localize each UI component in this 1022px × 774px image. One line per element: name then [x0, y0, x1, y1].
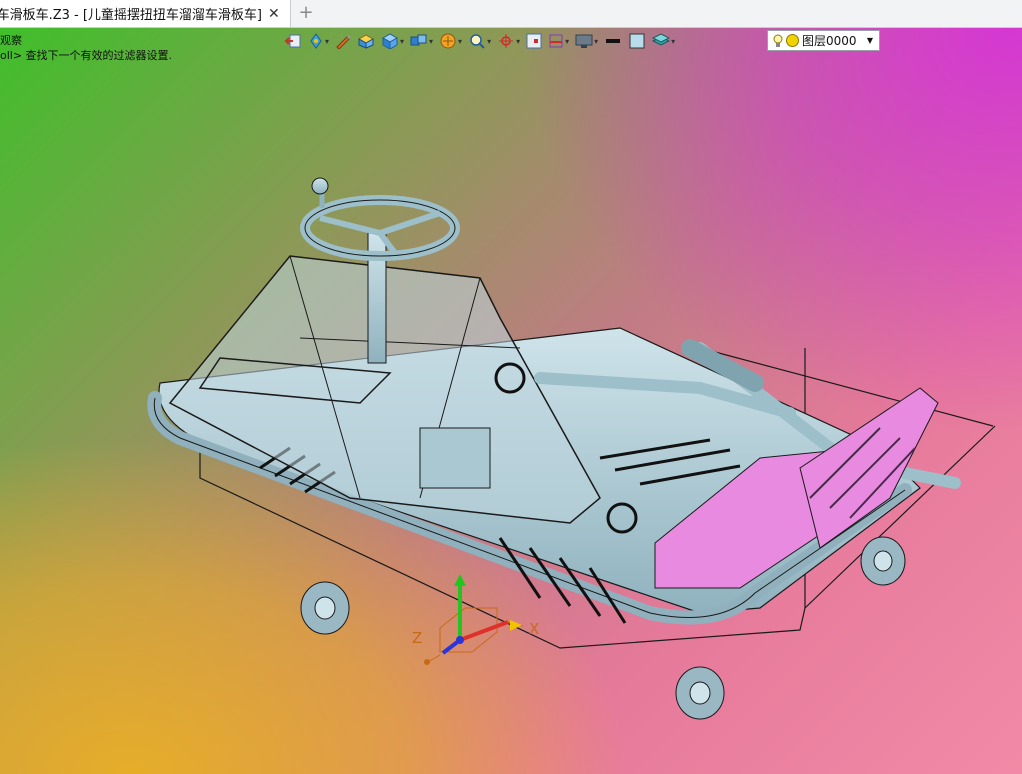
add-tab-icon[interactable]: +	[296, 3, 316, 23]
kart-model[interactable]: X Z	[0, 28, 1022, 774]
document-tab-title: 儿童摇摆扭扭车溜溜车滑板车.Z3 - [儿童摇摆扭扭车溜溜车滑板车]	[0, 8, 262, 23]
z-axis-label: Z	[412, 629, 422, 647]
document-tab[interactable]: 儿童摇摆扭扭车溜溜车滑板车.Z3 - [儿童摇摆扭扭车溜溜车滑板车] ✕	[0, 0, 291, 27]
3d-viewport[interactable]: 观察 oll> 查找下一个有效的过滤器设置. ▾ ▾ ▾ ▾ ▾ ▾ ▾ ▾ ▾…	[0, 28, 1022, 774]
close-tab-icon[interactable]: ✕	[268, 6, 280, 22]
document-tab-bar: 儿童摇摆扭扭车溜溜车滑板车.Z3 - [儿童摇摆扭扭车溜溜车滑板车] ✕ +	[0, 0, 1022, 28]
x-axis-label: X	[529, 620, 539, 638]
